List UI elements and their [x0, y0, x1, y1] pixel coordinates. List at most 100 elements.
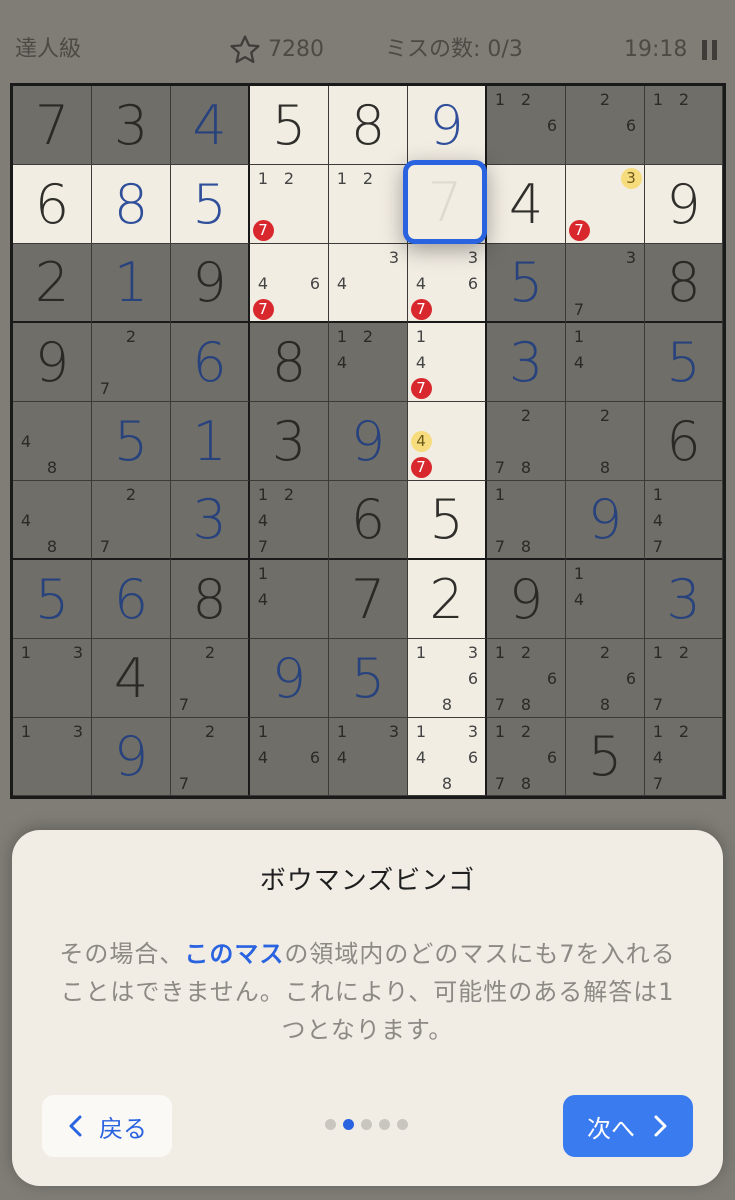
cell-r6c9[interactable]: 1 4 7: [645, 481, 723, 561]
cell-r9c3[interactable]: 27: [171, 718, 251, 796]
candidate-note: 2: [678, 642, 690, 662]
cell-r8c7[interactable]: 126 78: [487, 639, 566, 718]
cell-r4c9[interactable]: 5: [645, 323, 723, 402]
cell-r7c8[interactable]: 14: [566, 560, 645, 639]
cell-r9c5[interactable]: 1 3 4: [329, 718, 408, 796]
candidate-note: 3: [72, 642, 84, 662]
cell-r1c9[interactable]: 12: [645, 86, 723, 165]
cell-r3c9[interactable]: 8: [645, 244, 723, 324]
cell-r7c1[interactable]: 5: [13, 560, 92, 639]
cell-r7c3[interactable]: 8: [171, 560, 251, 639]
candidate-note: 8: [520, 694, 532, 714]
cell-r2c4[interactable]: 12 7: [250, 165, 329, 244]
cell-r6c1[interactable]: 48: [13, 481, 92, 561]
cell-r8c2[interactable]: 4: [92, 639, 171, 718]
cell-r9c4[interactable]: 1 4 6: [250, 718, 329, 796]
cell-r5c7[interactable]: 2 78: [487, 402, 566, 481]
cell-r4c3[interactable]: 6: [171, 323, 251, 402]
cell-r4c1[interactable]: 9: [13, 323, 92, 402]
cell-r3c1[interactable]: 2: [13, 244, 92, 324]
back-button[interactable]: 戻る: [42, 1095, 172, 1157]
candidate-note: 7: [494, 457, 506, 477]
cell-r6c4[interactable]: 124 7: [250, 481, 329, 561]
cell-r5c1[interactable]: 48: [13, 402, 92, 481]
pause-icon[interactable]: [702, 40, 718, 60]
cell-r7c4[interactable]: 14: [250, 560, 329, 639]
cell-r4c4[interactable]: 8: [250, 323, 329, 402]
cell-r2c8[interactable]: 73: [566, 165, 645, 244]
cell-r3c5[interactable]: 34: [329, 244, 408, 324]
cell-r2c2[interactable]: 8: [92, 165, 171, 244]
cell-value: 3: [666, 567, 701, 631]
cell-r4c5[interactable]: 124: [329, 323, 408, 402]
cell-r1c6[interactable]: 9: [408, 86, 488, 165]
cell-r7c5[interactable]: 7: [329, 560, 408, 639]
cell-r6c6[interactable]: 5: [408, 481, 488, 561]
cell-r3c8[interactable]: 37: [566, 244, 645, 324]
cell-r4c7[interactable]: 3: [487, 323, 566, 402]
cell-r1c3[interactable]: 4: [171, 86, 251, 165]
cell-value: 1: [113, 251, 149, 314]
cell-r8c6[interactable]: 1 3 68: [408, 639, 488, 718]
candidate-note: 2: [678, 721, 690, 741]
page-dot: [343, 1119, 354, 1130]
cell-r1c7[interactable]: 126: [487, 86, 566, 165]
cell-r8c5[interactable]: 5: [329, 639, 408, 718]
cell-r7c2[interactable]: 6: [92, 560, 171, 639]
cell-r1c2[interactable]: 3: [92, 86, 171, 165]
cell-r7c7[interactable]: 9: [487, 560, 566, 639]
cell-r3c3[interactable]: 9: [171, 244, 251, 324]
cell-r2c7[interactable]: 4: [487, 165, 566, 244]
cell-r9c7[interactable]: 126 78: [487, 718, 566, 796]
cell-r4c2[interactable]: 27: [92, 323, 171, 402]
candidate-note: 6: [625, 668, 637, 688]
cell-r2c1[interactable]: 6: [13, 165, 92, 244]
cell-r1c8[interactable]: 26: [566, 86, 645, 165]
cell-r9c8[interactable]: 5: [566, 718, 645, 796]
cell-r8c3[interactable]: 27: [171, 639, 251, 718]
cell-r3c6[interactable]: 3 4 6 7: [408, 244, 488, 324]
cell-r4c6[interactable]: 1 4 7: [408, 323, 488, 402]
cell-value: 1: [192, 409, 227, 473]
cell-r9c9[interactable]: 124 7: [645, 718, 723, 796]
cell-r1c5[interactable]: 8: [329, 86, 408, 165]
cell-r3c2[interactable]: 1: [92, 244, 171, 324]
cell-r6c7[interactable]: 1 78: [487, 481, 566, 561]
cell-r2c5[interactable]: 12: [329, 165, 408, 244]
cell-r5c6[interactable]: 74: [408, 402, 488, 481]
cell-r1c4[interactable]: 5: [250, 86, 329, 165]
cell-r8c4[interactable]: 9: [250, 639, 329, 718]
cell-r3c7[interactable]: 5: [487, 244, 566, 324]
cell-r5c2[interactable]: 5: [92, 402, 171, 481]
cell-r9c1[interactable]: 13: [13, 718, 92, 796]
cell-value: 8: [666, 251, 701, 314]
cell-r5c4[interactable]: 3: [250, 402, 329, 481]
cell-r8c1[interactable]: 13: [13, 639, 92, 718]
candidate-note: 1: [573, 563, 585, 583]
cell-r6c8[interactable]: 9: [566, 481, 645, 561]
cell-r2c9[interactable]: 9: [645, 165, 723, 244]
cell-r5c8[interactable]: 28: [566, 402, 645, 481]
cell-r5c3[interactable]: 1: [171, 402, 251, 481]
candidate-note: 2: [599, 642, 611, 662]
cell-r9c6[interactable]: 1 3 4 68: [408, 718, 488, 796]
cell-r8c9[interactable]: 12 7: [645, 639, 723, 718]
cell-r7c9[interactable]: 3: [645, 560, 723, 639]
selected-cell[interactable]: 7: [403, 160, 487, 244]
cell-r9c2[interactable]: 9: [92, 718, 171, 796]
cell-r8c8[interactable]: 268: [566, 639, 645, 718]
cell-r6c5[interactable]: 6: [329, 481, 408, 561]
cell-r5c9[interactable]: 6: [645, 402, 723, 481]
cell-r4c8[interactable]: 14: [566, 323, 645, 402]
cell-r3c4[interactable]: 4 6 7: [250, 244, 329, 324]
cell-r6c2[interactable]: 27: [92, 481, 171, 561]
next-button[interactable]: 次へ: [563, 1095, 693, 1157]
tutorial-body-highlight[interactable]: このマス: [184, 940, 284, 968]
cell-r6c3[interactable]: 3: [171, 481, 251, 561]
candidate-note: 8: [46, 457, 58, 477]
cell-r7c6[interactable]: 2: [408, 560, 488, 639]
cell-value: 5: [508, 251, 544, 314]
cell-r1c1[interactable]: 7: [13, 86, 92, 165]
cell-r5c5[interactable]: 9: [329, 402, 408, 481]
cell-r2c3[interactable]: 5: [171, 165, 251, 244]
